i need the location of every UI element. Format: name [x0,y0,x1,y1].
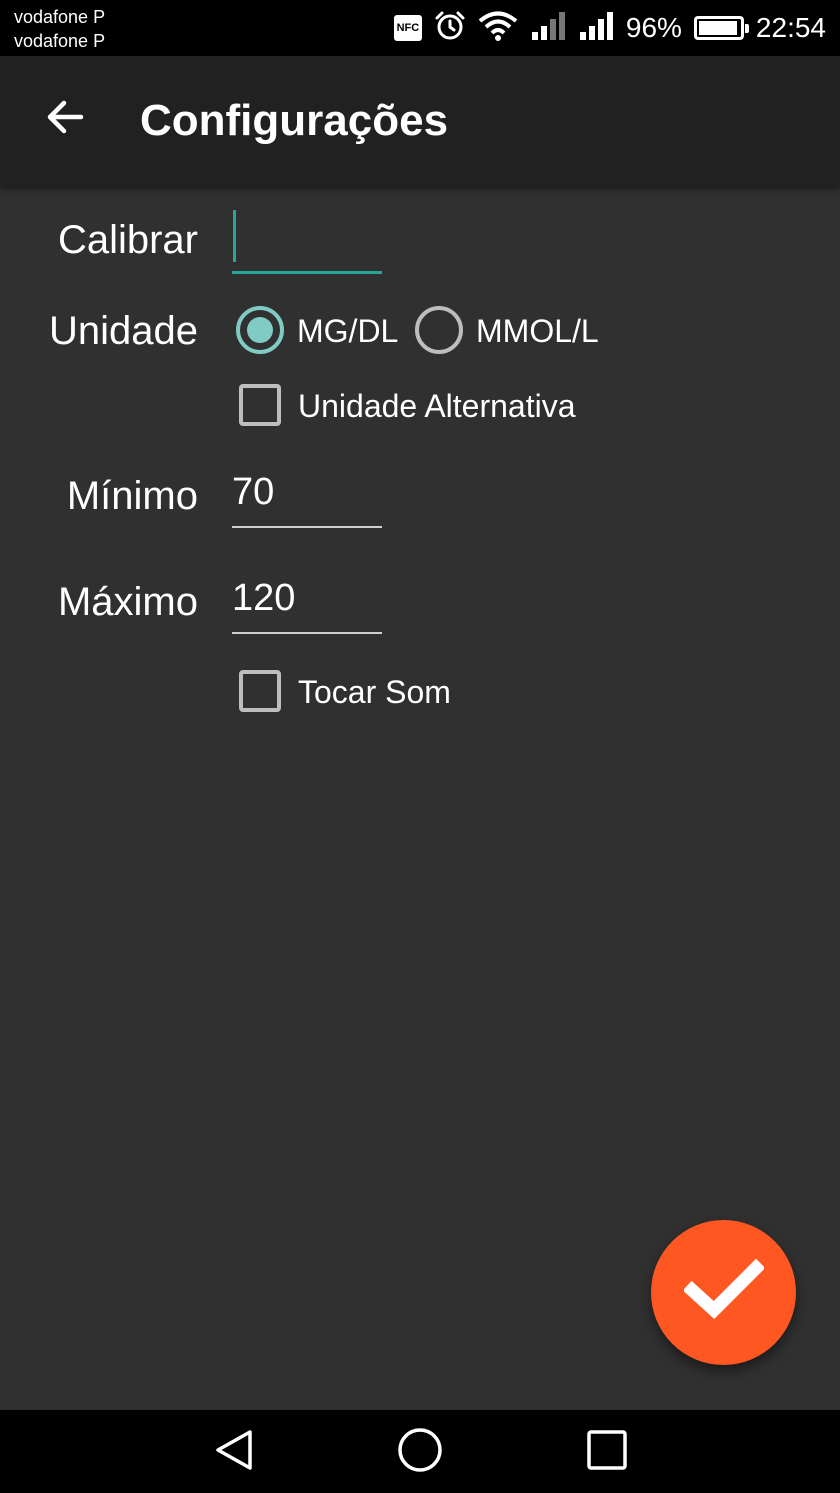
carrier-2: vodafone P [14,31,106,51]
maximo-label: Máximo [57,580,198,624]
page-title: Configurações [140,96,449,145]
nfc-icon: NFC [393,15,422,41]
carrier-1: vodafone P [14,7,106,27]
wifi-icon [478,10,518,47]
radio-mmol-l[interactable] [415,306,463,354]
save-button[interactable] [651,1220,796,1365]
home-circle-icon [397,1427,443,1478]
nav-recents-button[interactable] [583,1428,631,1476]
radio-mg-dl-label[interactable]: MG/DL [297,313,398,350]
status-bar: vodafone P vodafone P NFC 96% 22:54 [0,0,840,56]
battery-icon [693,16,749,40]
unidade-label: Unidade [48,309,198,353]
signal-icon [530,10,566,47]
play-sound-checkbox[interactable] [239,670,281,712]
recents-square-icon [585,1428,629,1477]
back-button[interactable] [30,84,100,154]
text-cursor [233,210,236,262]
alt-unit-label[interactable]: Unidade Alternativa [298,388,576,425]
radio-mg-dl[interactable] [236,306,284,354]
clock: 22:54 [755,12,826,43]
status-icons: NFC 96% 22:54 [393,0,826,56]
app-bar: Configurações [0,56,840,186]
check-icon [682,1258,765,1327]
alarm-icon [434,10,466,47]
calibrar-label: Calibrar [57,218,198,262]
minimo-label: Mínimo [66,474,198,518]
nav-back-button[interactable] [210,1428,258,1476]
radio-mmol-l-label[interactable]: MMOL/L [476,313,599,350]
arrow-back-icon [45,97,85,142]
minimo-input[interactable] [232,466,382,528]
maximo-input[interactable] [232,572,382,634]
alt-unit-checkbox[interactable] [239,384,281,426]
back-triangle-icon [212,1428,256,1477]
signal-icon [578,10,614,47]
nav-home-button[interactable] [396,1427,444,1478]
navigation-bar [0,1410,840,1493]
carrier-info: vodafone P vodafone P [14,5,105,53]
play-sound-label[interactable]: Tocar Som [298,674,451,711]
calibrar-input[interactable] [232,212,382,274]
battery-percent: 96% [625,12,682,43]
